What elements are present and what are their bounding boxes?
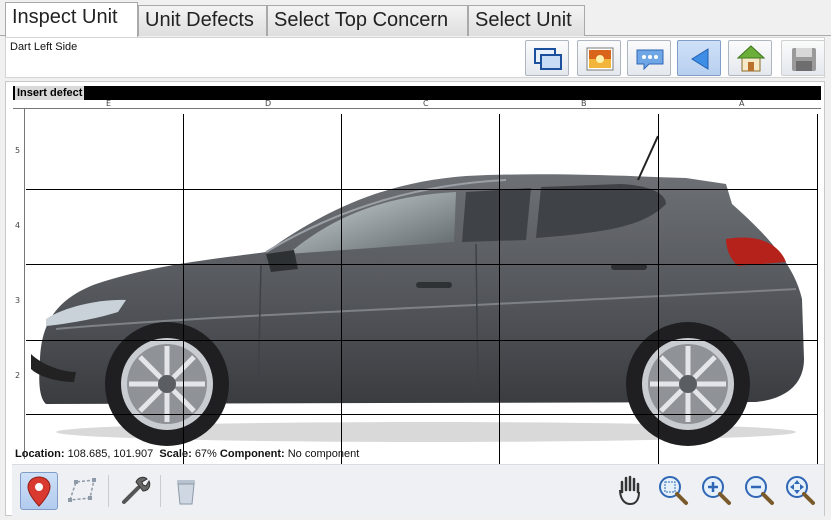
page-title: Dart Left Side xyxy=(10,41,78,53)
wrench-icon xyxy=(122,476,151,504)
pin-icon xyxy=(27,476,51,507)
save-button[interactable] xyxy=(781,40,825,76)
trash-icon xyxy=(177,480,195,505)
scale-label: Scale: xyxy=(159,448,192,460)
back-arrow-icon xyxy=(691,48,709,70)
zoom-fit-icon xyxy=(659,476,688,505)
insert-defect-bar: Insert defect xyxy=(13,86,821,100)
grid-line xyxy=(499,114,500,464)
location-value: 108.685, 101.907 xyxy=(67,448,154,460)
column-label-a: A xyxy=(739,99,745,108)
comment-button[interactable] xyxy=(627,40,671,76)
grid-line xyxy=(26,414,818,415)
row-ruler: 5 4 3 2 xyxy=(13,109,25,459)
grid-line xyxy=(183,114,184,464)
zoom-out-button[interactable] xyxy=(741,472,779,510)
image-icon xyxy=(586,47,614,71)
tab-select-top-concern[interactable]: Select Top Concern xyxy=(267,5,468,36)
zoom-all-button[interactable] xyxy=(782,472,820,510)
scale-value: 67% xyxy=(194,448,217,460)
zoom-in-icon xyxy=(702,476,731,505)
column-label-b: B xyxy=(581,99,587,108)
column-label-e: E xyxy=(106,99,112,108)
tool-strip xyxy=(12,464,824,516)
row-label-3: 3 xyxy=(15,296,21,305)
zoom-all-icon xyxy=(786,476,815,505)
wrench-tool-button[interactable] xyxy=(116,472,154,510)
pan-tool-button[interactable] xyxy=(612,472,650,510)
home-icon xyxy=(736,45,766,72)
inspection-panel: Insert defect E D C B A 5 4 3 2 Location… xyxy=(5,81,825,516)
comment-icon xyxy=(636,49,664,71)
grid-line xyxy=(341,114,342,464)
tab-unit-defects[interactable]: Unit Defects xyxy=(138,5,267,36)
grid-line xyxy=(26,264,818,265)
component-label: Component: xyxy=(219,448,285,460)
switch-windows-button[interactable] xyxy=(525,40,569,76)
vehicle-canvas[interactable] xyxy=(26,114,818,464)
tab-select-unit[interactable]: Select Unit xyxy=(468,5,585,36)
row-label-5: 5 xyxy=(15,146,21,155)
image-button[interactable] xyxy=(577,40,621,76)
home-button[interactable] xyxy=(728,40,772,76)
grid-line xyxy=(26,340,818,341)
column-ruler: E D C B A xyxy=(13,99,821,109)
save-icon xyxy=(792,48,816,71)
back-button[interactable] xyxy=(677,40,721,76)
location-label: Location: xyxy=(15,448,65,460)
status-line: Location: 108.685, 101.907 Scale: 67% Co… xyxy=(15,448,359,460)
delete-tool-button[interactable] xyxy=(168,472,206,510)
column-label-d: D xyxy=(265,99,272,108)
insert-defect-label: Insert defect xyxy=(15,86,85,100)
grid-line xyxy=(817,114,818,464)
tab-inspect-unit[interactable]: Inspect Unit xyxy=(5,2,138,37)
tab-bar: Inspect Unit Unit Defects Select Top Con… xyxy=(0,0,831,37)
polygon-tool-button[interactable] xyxy=(64,472,102,510)
polygon-icon xyxy=(68,478,96,502)
toolbar-separator xyxy=(160,475,161,507)
column-label-c: C xyxy=(423,99,429,108)
hand-icon xyxy=(619,475,640,506)
component-value: No component xyxy=(287,448,360,460)
grid-line xyxy=(658,114,659,464)
inspect-unit-window: Inspect Unit Unit Defects Select Top Con… xyxy=(0,0,831,520)
toolbar-separator xyxy=(108,475,109,507)
zoom-out-icon xyxy=(745,476,774,505)
row-label-2: 2 xyxy=(15,371,21,380)
car-side-image xyxy=(31,135,804,446)
zoom-in-button[interactable] xyxy=(698,472,736,510)
switch-windows-icon xyxy=(534,48,562,70)
row-label-4: 4 xyxy=(15,221,21,230)
grid-line xyxy=(26,189,818,190)
zoom-fit-button[interactable] xyxy=(655,472,693,510)
pin-tool-button[interactable] xyxy=(20,472,58,510)
header-strip: Dart Left Side xyxy=(5,37,825,78)
